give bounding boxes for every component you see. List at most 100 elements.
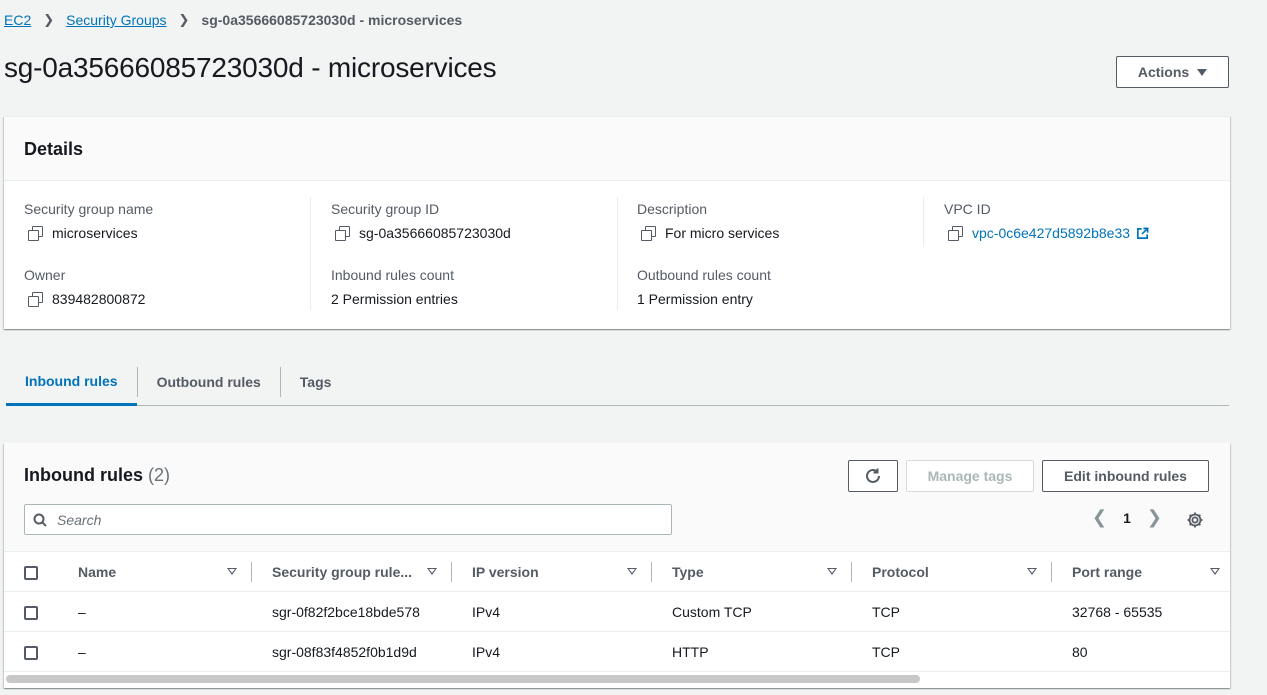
field-inbound-rules-count: Inbound rules count 2 Permission entries <box>331 267 458 307</box>
search-field[interactable] <box>24 504 672 535</box>
chevron-right-icon: ❯ <box>178 12 190 27</box>
field-label: Owner <box>24 267 66 283</box>
breadcrumb-ec2-link[interactable]: EC2 <box>4 12 31 28</box>
refresh-button[interactable] <box>848 460 898 492</box>
field-label: Inbound rules count <box>331 267 454 283</box>
inbound-rules-panel: Inbound rules (2) Manage tags Edit inbou… <box>4 443 1230 688</box>
row-checkbox[interactable] <box>24 605 38 620</box>
column-header-type[interactable]: Type <box>672 561 852 582</box>
breadcrumb: EC2 ❯ Security Groups ❯ sg-0a35666085723… <box>4 12 462 28</box>
field-value: 839482800872 <box>52 291 146 307</box>
table-header-row: Name Security group rule... IP version T… <box>4 551 1230 592</box>
external-link-icon[interactable] <box>1136 227 1149 240</box>
field-security-group-name: Security group name microservices <box>24 201 153 241</box>
copy-icon[interactable] <box>28 226 43 241</box>
column-header-rule-id[interactable]: Security group rule... <box>272 561 452 582</box>
table-row[interactable]: – sgr-08f83f4852f0b1d9d IPv4 HTTP TCP 80 <box>4 632 1230 672</box>
search-input[interactable] <box>57 511 637 528</box>
refresh-icon <box>866 468 880 483</box>
column-label: Security group rule... <box>272 563 413 580</box>
sort-caret-icon[interactable] <box>227 568 237 575</box>
column-header-port-range[interactable]: Port range <box>1072 562 1224 582</box>
copy-icon[interactable] <box>948 226 963 241</box>
page-title: sg-0a35666085723030d - microservices <box>4 52 497 83</box>
chevron-right-icon: ❯ <box>43 12 55 27</box>
sort-caret-icon[interactable] <box>1027 568 1037 575</box>
column-header-protocol[interactable]: Protocol <box>872 561 1052 582</box>
cell-protocol: TCP <box>872 643 900 660</box>
horizontal-scrollbar[interactable] <box>6 675 920 683</box>
copy-icon[interactable] <box>641 226 656 241</box>
tab-tags[interactable]: Tags <box>281 358 351 405</box>
details-title: Details <box>4 117 1230 181</box>
field-label: VPC ID <box>944 201 991 217</box>
divider <box>923 197 924 247</box>
copy-icon[interactable] <box>28 292 43 307</box>
field-label: Description <box>637 201 708 217</box>
table-row[interactable]: – sgr-0f82f2bce18bde578 IPv4 Custom TCP … <box>4 592 1230 632</box>
field-label: Security group name <box>24 201 154 217</box>
field-value: For micro services <box>665 225 780 241</box>
select-all-checkbox[interactable] <box>24 565 38 580</box>
pagination: ❮ 1 ❯ <box>1092 507 1162 528</box>
page-number[interactable]: 1 <box>1123 510 1131 526</box>
column-label: Protocol <box>872 563 929 580</box>
field-security-group-id: Security group ID sg-0a35666085723030d <box>331 201 511 241</box>
field-value: 1 Permission entry <box>637 291 753 307</box>
column-label: IP version <box>472 563 539 580</box>
details-panel: Details Security group name microservice… <box>4 116 1230 329</box>
cell-rule-id: sgr-0f82f2bce18bde578 <box>272 603 420 620</box>
tab-outbound-rules[interactable]: Outbound rules <box>138 358 280 405</box>
inbound-rules-table: Name Security group rule... IP version T… <box>4 551 1230 672</box>
column-label: Name <box>78 563 117 580</box>
field-vpc-id: VPC ID vpc-0c6e427d5892b8e33 <box>944 201 1149 241</box>
breadcrumb-current: sg-0a35666085723030d - microservices <box>201 12 463 28</box>
search-icon <box>33 513 47 527</box>
settings-gear-icon[interactable] <box>1186 511 1204 529</box>
cell-protocol: TCP <box>872 603 900 620</box>
caret-down-icon <box>1197 68 1208 76</box>
field-outbound-rules-count: Outbound rules count 1 Permission entry <box>637 267 771 307</box>
cell-rule-id: sgr-08f83f4852f0b1d9d <box>272 643 417 660</box>
sort-caret-icon[interactable] <box>827 568 837 575</box>
chevron-right-icon[interactable]: ❯ <box>1147 507 1162 528</box>
cell-ip-version: IPv4 <box>472 643 501 660</box>
column-header-name[interactable]: Name <box>78 561 252 582</box>
inbound-rules-title: Inbound rules (2) <box>24 465 170 486</box>
cell-port-range: 80 <box>1072 643 1088 660</box>
chevron-left-icon[interactable]: ❮ <box>1092 507 1107 528</box>
sort-caret-icon[interactable] <box>427 568 437 575</box>
field-label: Outbound rules count <box>637 267 771 283</box>
divider <box>310 197 311 310</box>
edit-inbound-rules-button[interactable]: Edit inbound rules <box>1042 460 1209 492</box>
tab-inbound-rules[interactable]: Inbound rules <box>6 358 137 406</box>
field-value: 2 Permission entries <box>331 291 458 307</box>
field-value: sg-0a35666085723030d <box>359 225 511 241</box>
row-checkbox[interactable] <box>24 645 38 660</box>
cell-name: – <box>78 643 86 660</box>
field-label: Security group ID <box>331 201 440 217</box>
field-owner: Owner 839482800872 <box>24 267 145 307</box>
cell-ip-version: IPv4 <box>472 603 501 620</box>
field-value: microservices <box>52 225 138 241</box>
sort-caret-icon[interactable] <box>1210 568 1220 575</box>
sort-caret-icon[interactable] <box>627 568 637 575</box>
column-label: Type <box>672 563 704 580</box>
inbound-rules-count: (2) <box>148 465 171 485</box>
actions-button[interactable]: Actions <box>1116 56 1229 88</box>
field-description: Description For micro services <box>637 201 779 241</box>
cell-type: Custom TCP <box>672 603 752 620</box>
manage-tags-button[interactable]: Manage tags <box>906 460 1034 492</box>
inbound-rules-heading: Inbound rules <box>24 465 143 485</box>
column-header-ip-version[interactable]: IP version <box>472 561 652 582</box>
divider <box>617 197 618 310</box>
vpc-id-link[interactable]: vpc-0c6e427d5892b8e33 <box>972 225 1130 241</box>
cell-type: HTTP <box>672 643 709 660</box>
copy-icon[interactable] <box>335 226 350 241</box>
breadcrumb-security-groups-link[interactable]: Security Groups <box>66 12 166 28</box>
actions-button-label: Actions <box>1137 64 1190 80</box>
column-label: Port range <box>1072 563 1143 580</box>
cell-port-range: 32768 - 65535 <box>1072 603 1163 620</box>
tab-list: Inbound rules Outbound rules Tags <box>6 358 1229 406</box>
cell-name: – <box>78 603 86 620</box>
